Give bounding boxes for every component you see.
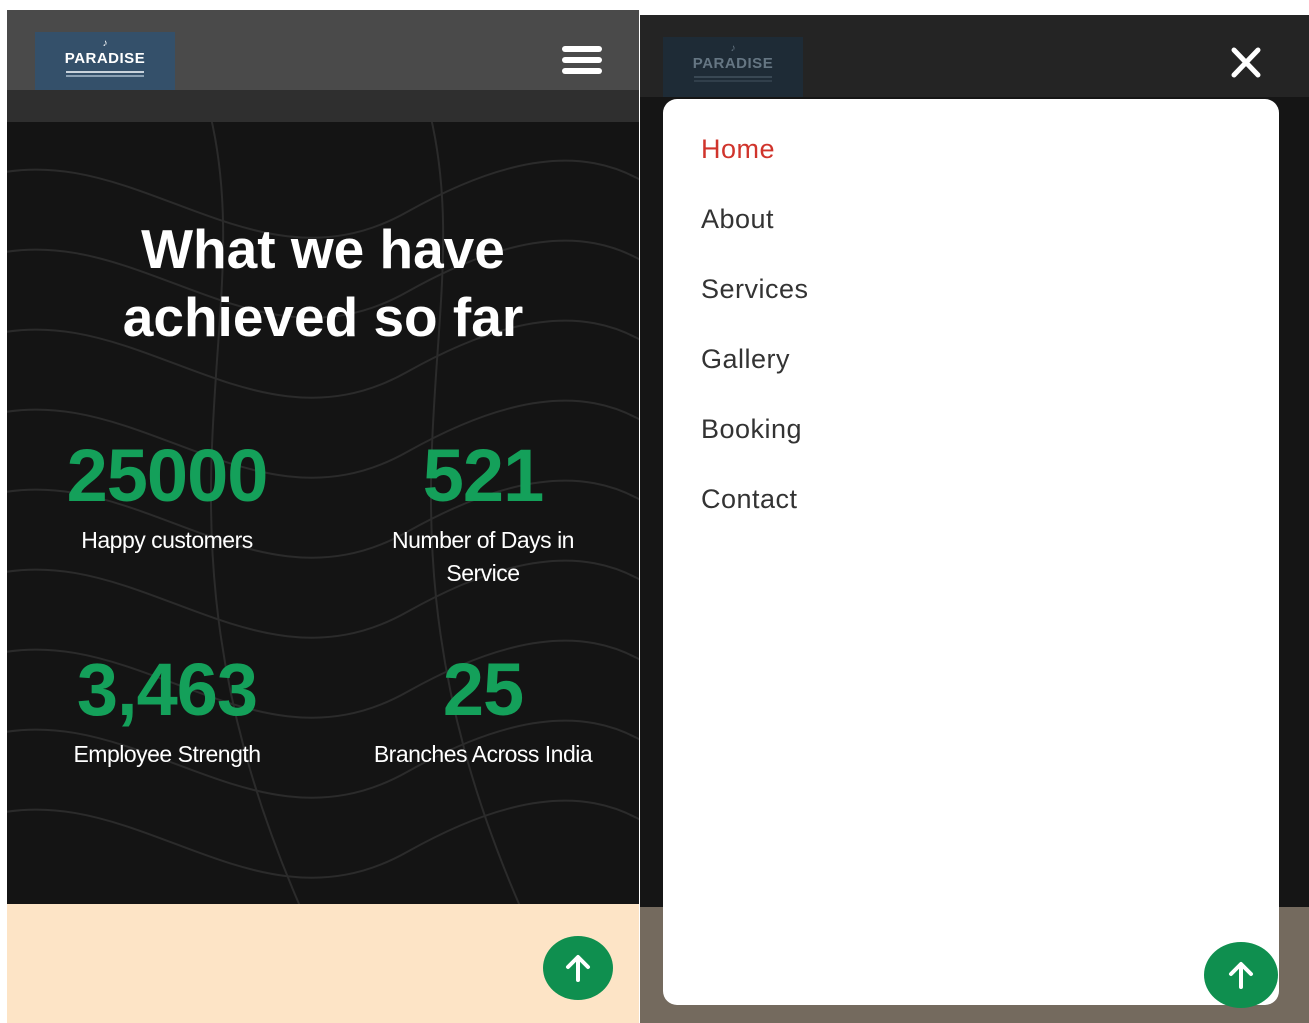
hero-title-line-1: What we have [141, 218, 505, 280]
header-shadow-band [7, 90, 639, 122]
stat-label: Branches Across India [373, 741, 593, 767]
logo-rule [66, 71, 144, 73]
stat-number: 3,463 [76, 648, 258, 731]
nav-item-services[interactable]: Services [701, 272, 809, 306]
brand-logo[interactable]: ♪ PARADISE [663, 37, 803, 101]
stat-number: 25000 [66, 434, 269, 517]
nav-menu-panel: Home About Services Gallery Booking Cont… [663, 99, 1279, 1005]
arrow-up-icon [566, 955, 590, 982]
stat-number: 521 [422, 434, 544, 517]
stat-happy-customers: 25000 Happy customers [9, 436, 325, 557]
stat-number: 25 [442, 648, 524, 731]
hamburger-icon[interactable] [562, 46, 602, 74]
brand-logo[interactable]: ♪ PARADISE [35, 32, 175, 96]
nav-item-contact[interactable]: Contact [701, 482, 798, 516]
arrow-up-icon [1229, 962, 1253, 989]
logo-mark-icon: ♪ [730, 43, 736, 54]
logo-tagline-bar [694, 80, 772, 82]
nav-item-about[interactable]: About [701, 202, 774, 236]
close-icon [1231, 47, 1261, 78]
stat-label: Employee Strength [73, 741, 261, 767]
site-header: ♪ PARADISE [7, 10, 639, 96]
scroll-to-top-button[interactable] [1204, 942, 1278, 1008]
logo-rule [694, 76, 772, 78]
hero-title-line-2: achieved so far [122, 286, 524, 348]
screenshot-stage: ♪ PARADISE What we have achieved so far … [0, 0, 1309, 1023]
stat-label: Happy customers [81, 527, 253, 553]
logo-mark-icon: ♪ [102, 38, 108, 49]
nav-item-home[interactable]: Home [701, 132, 775, 166]
logo-tagline-bar [66, 75, 144, 77]
nav-item-gallery[interactable]: Gallery [701, 342, 790, 376]
nav-item-booking[interactable]: Booking [701, 412, 802, 446]
site-header: ♪ PARADISE [640, 15, 1309, 101]
hero-title: What we have achieved so far [7, 215, 639, 351]
mobile-view-stats: ♪ PARADISE What we have achieved so far … [7, 10, 639, 1023]
stat-label-line-2: Service [446, 560, 520, 586]
stat-employee-strength: 3,463 Employee Strength [9, 650, 325, 771]
logo-wordmark: PARADISE [692, 55, 774, 72]
stat-label-line-1: Number of Days in [392, 527, 574, 553]
logo-wordmark: PARADISE [64, 50, 146, 67]
stat-days-in-service: 521 Number of Days in Service [325, 436, 639, 590]
stat-branches: 25 Branches Across India [325, 650, 639, 771]
close-menu-button[interactable] [1228, 47, 1264, 79]
stat-label: Number of Days in Service [325, 524, 639, 590]
mobile-view-menu-open: ♪ PARADISE Home About Services Gallery B… [640, 15, 1309, 1023]
scroll-to-top-button[interactable] [543, 936, 613, 1000]
